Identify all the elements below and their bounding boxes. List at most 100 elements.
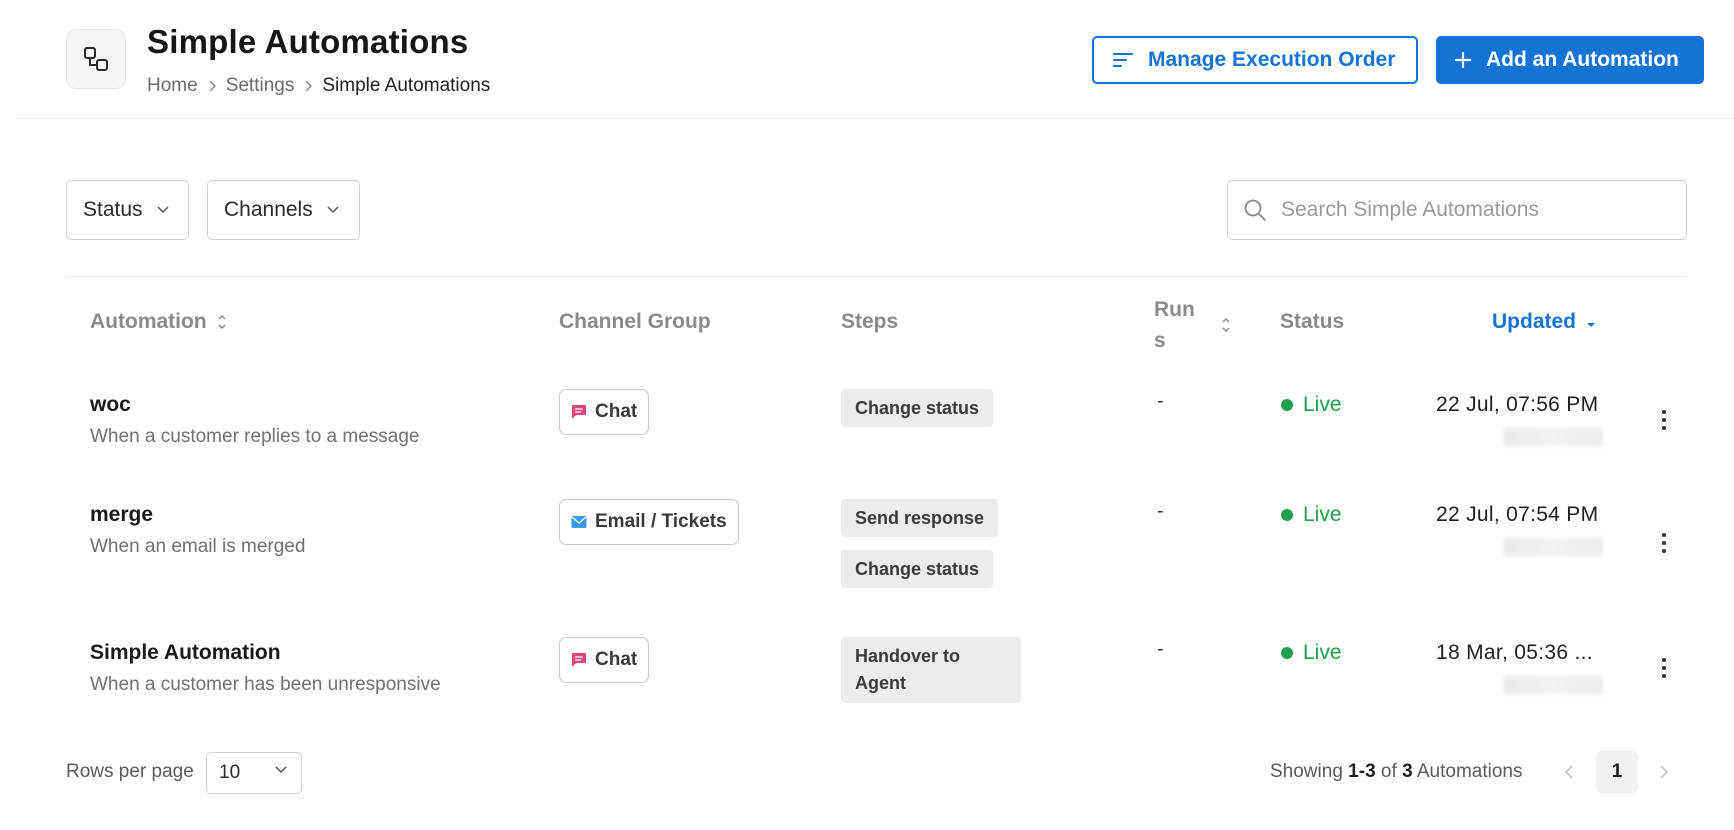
column-header-updated[interactable]: Updated	[1492, 310, 1596, 334]
chevron-down-icon	[327, 206, 339, 214]
sort-icon	[218, 314, 226, 330]
step-chip: Change status	[841, 550, 994, 588]
sort-descending-icon	[1587, 323, 1595, 327]
chevron-right-icon	[294, 79, 322, 93]
breadcrumb-home[interactable]: Home	[147, 75, 198, 97]
updated-date: 18 Mar, 05:36 ...	[1436, 641, 1593, 664]
table-row[interactable]: Simple Automation When a customer has be…	[66, 628, 1687, 708]
channel-label: Email / Tickets	[595, 511, 727, 532]
chevron-right-icon	[1660, 765, 1669, 779]
runs-label-line2: s	[1154, 329, 1166, 352]
breadcrumb: Home Settings Simple Automations	[147, 75, 490, 97]
rows-per-page-value: 10	[219, 762, 241, 783]
rows-per-page-select[interactable]: 10	[206, 752, 302, 794]
step-chip: Change status	[841, 389, 994, 427]
page-title: Simple Automations	[147, 23, 469, 60]
column-header-runs-label: Run s	[1154, 294, 1195, 356]
status-label: Live	[1303, 503, 1342, 526]
column-header-automation[interactable]: Automation	[90, 310, 227, 334]
channel-badge: Email / Tickets	[559, 499, 739, 545]
automation-app-icon	[66, 29, 126, 89]
blurred-author	[1503, 675, 1603, 695]
showing-prefix: Showing	[1270, 761, 1343, 782]
sort-icon	[1222, 317, 1230, 333]
add-automation-label: Add an Automation	[1486, 48, 1679, 71]
pagination-summary: Showing 1-3 of 3 Automations	[1270, 761, 1523, 783]
table-row[interactable]: woc When a customer replies to a message…	[66, 380, 1687, 460]
column-header-channel-group: Channel Group	[559, 310, 711, 333]
blurred-author	[1503, 427, 1603, 447]
chevron-down-icon	[275, 766, 287, 774]
breadcrumb-settings[interactable]: Settings	[226, 75, 295, 97]
status-dot	[1281, 509, 1293, 521]
automation-trigger: When a customer has been unresponsive	[90, 674, 441, 695]
page-1-button[interactable]: 1	[1596, 751, 1638, 793]
table-row[interactable]: merge When an email is merged Email / Ti…	[66, 490, 1687, 600]
channel-label: Chat	[595, 649, 638, 670]
showing-range: 1-3	[1348, 761, 1376, 782]
status-dot	[1281, 399, 1293, 411]
chevron-down-icon	[157, 206, 169, 214]
column-header-status: Status	[1280, 310, 1345, 333]
chevron-right-icon	[198, 79, 226, 93]
runs-label-line1: Run	[1154, 298, 1195, 321]
status-dot	[1281, 647, 1293, 659]
updated-date: 22 Jul, 07:54 PM	[1436, 503, 1599, 526]
more-options-icon[interactable]	[1654, 529, 1674, 557]
manage-execution-order-label: Manage Execution Order	[1148, 48, 1396, 71]
sort-lines-icon	[1113, 53, 1133, 67]
divider	[66, 276, 1687, 277]
breadcrumb-current: Simple Automations	[322, 75, 491, 96]
plus-icon	[1454, 51, 1472, 69]
status-filter-dropdown[interactable]: Status	[66, 180, 189, 240]
showing-of: of	[1380, 761, 1397, 782]
chat-icon	[572, 653, 586, 667]
showing-total: 3	[1402, 761, 1413, 782]
channel-badge: Chat	[559, 637, 650, 683]
channels-filter-dropdown[interactable]: Channels	[207, 180, 360, 240]
status-badge: Live	[1281, 503, 1342, 527]
channels-filter-label: Channels	[224, 198, 313, 221]
search-input[interactable]	[1281, 198, 1661, 222]
automation-name[interactable]: woc	[90, 393, 131, 417]
status-badge: Live	[1281, 641, 1342, 665]
runs-count: -	[1157, 638, 1164, 660]
showing-suffix: Automations	[1416, 761, 1523, 782]
status-badge: Live	[1281, 393, 1342, 417]
step-chip-line1: Handover to	[855, 646, 961, 666]
rows-per-page-label: Rows per page	[66, 761, 194, 782]
step-chip: Handover to Agent	[841, 637, 1021, 703]
status-filter-label: Status	[83, 198, 143, 221]
automation-name[interactable]: Simple Automation	[90, 641, 281, 665]
column-header-automation-label: Automation	[90, 310, 207, 333]
channel-badge: Chat	[559, 389, 650, 435]
automation-trigger: When a customer replies to a message	[90, 426, 420, 447]
updated-date: 22 Jul, 07:56 PM	[1436, 393, 1599, 416]
runs-count: -	[1157, 390, 1164, 412]
channel-label: Chat	[595, 401, 638, 422]
more-options-icon[interactable]	[1654, 406, 1674, 434]
workflow-icon	[84, 47, 108, 71]
previous-page-button[interactable]	[1548, 751, 1590, 793]
next-page-button[interactable]	[1643, 751, 1685, 793]
search-icon	[1244, 199, 1266, 221]
automation-name[interactable]: merge	[90, 503, 153, 527]
column-header-updated-label: Updated	[1492, 310, 1576, 333]
search-box	[1227, 180, 1687, 240]
email-icon	[571, 516, 587, 528]
runs-count: -	[1157, 500, 1164, 522]
chevron-left-icon	[1564, 765, 1573, 779]
column-header-steps: Steps	[841, 310, 899, 333]
status-label: Live	[1303, 393, 1342, 416]
step-chip-line2: Agent	[855, 673, 906, 693]
chat-icon	[572, 405, 586, 419]
add-automation-button[interactable]: Add an Automation	[1436, 36, 1704, 84]
more-options-icon[interactable]	[1654, 654, 1674, 682]
page-header: Simple Automations Home Settings Simple …	[17, 0, 1734, 119]
step-chip: Send response	[841, 499, 999, 537]
manage-execution-order-button[interactable]: Manage Execution Order	[1092, 36, 1418, 84]
column-header-runs[interactable]: Run s	[1154, 294, 1231, 356]
status-label: Live	[1303, 641, 1342, 664]
automation-trigger: When an email is merged	[90, 536, 306, 557]
blurred-author	[1503, 537, 1603, 557]
